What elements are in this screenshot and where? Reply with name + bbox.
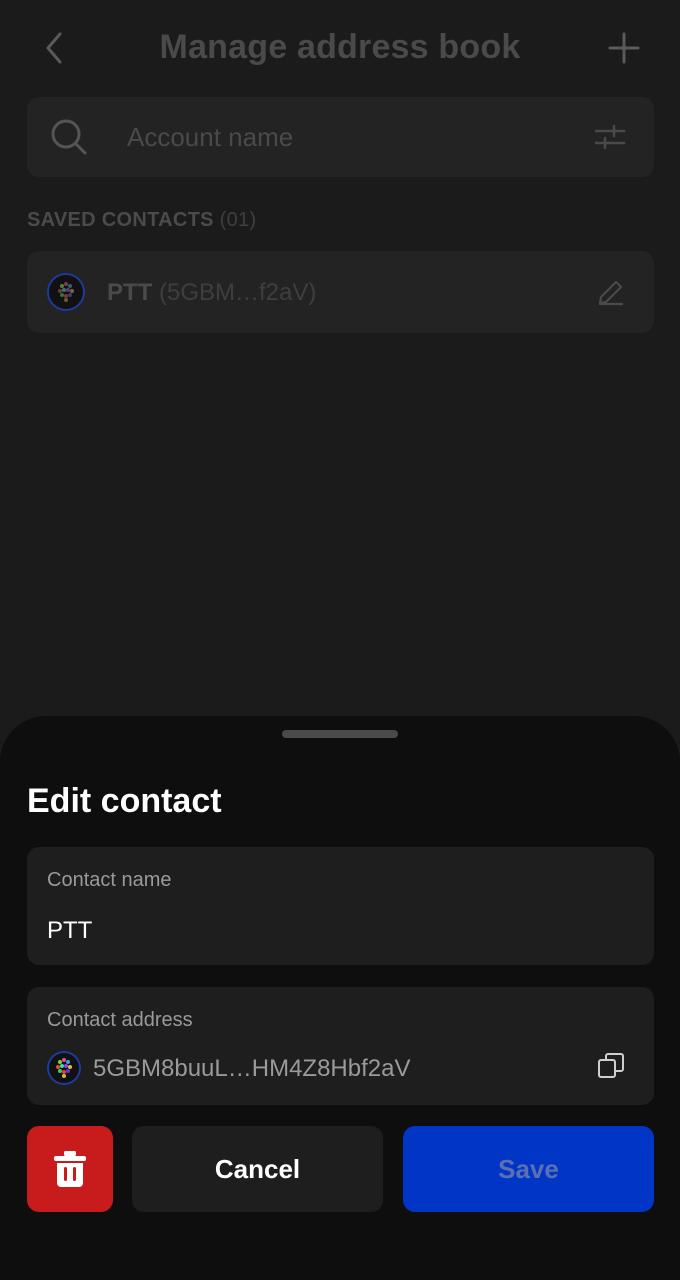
saved-contacts-title: SAVED CONTACTS bbox=[27, 209, 214, 231]
sliders-icon[interactable] bbox=[592, 119, 628, 155]
search-input[interactable] bbox=[127, 97, 587, 177]
edit-contact-sheet: Edit contact Contact name PTT Contact ad… bbox=[0, 716, 680, 1280]
contact-address-field: Contact address 5GBM8buuL…HM4Z8Hbf2aV bbox=[27, 987, 654, 1105]
saved-contacts-count: (01) bbox=[219, 209, 257, 231]
add-contact-button[interactable] bbox=[602, 26, 646, 70]
contact-address-short: (5GBM…f2aV) bbox=[159, 279, 317, 306]
pencil-icon[interactable] bbox=[596, 277, 626, 307]
contact-address-value: 5GBM8buuL…HM4Z8Hbf2aV bbox=[93, 1055, 411, 1082]
copy-icon[interactable] bbox=[596, 1051, 626, 1081]
contact-name-label: Contact name bbox=[47, 869, 172, 891]
contact-name-field[interactable]: Contact name PTT bbox=[27, 847, 654, 965]
delete-button[interactable] bbox=[27, 1126, 113, 1212]
search-icon bbox=[51, 119, 87, 155]
trash-icon bbox=[54, 1151, 86, 1187]
contact-address-label: Contact address bbox=[47, 1009, 193, 1031]
action-buttons: Cancel Save bbox=[0, 1126, 680, 1212]
contact-name-text: PTT bbox=[107, 279, 153, 306]
avatar bbox=[47, 273, 85, 311]
save-button[interactable]: Save bbox=[403, 1126, 654, 1212]
screen: Manage address book SAVED CONTACTS (01) bbox=[0, 0, 680, 1280]
sheet-title: Edit contact bbox=[27, 782, 222, 820]
contact-name-input[interactable]: PTT bbox=[47, 917, 92, 945]
saved-contacts-label: SAVED CONTACTS (01) bbox=[27, 209, 256, 232]
cancel-button[interactable]: Cancel bbox=[132, 1126, 383, 1212]
contact-list-item[interactable]: PTT (5GBM…f2aV) bbox=[27, 251, 654, 333]
plus-icon bbox=[608, 32, 640, 64]
sheet-drag-handle[interactable] bbox=[282, 730, 398, 738]
search-box bbox=[27, 97, 654, 177]
contact-row-name: PTT (5GBM…f2aV) bbox=[107, 279, 316, 307]
page-title: Manage address book bbox=[159, 28, 521, 66]
avatar bbox=[47, 1051, 81, 1085]
header: Manage address book bbox=[0, 0, 680, 100]
